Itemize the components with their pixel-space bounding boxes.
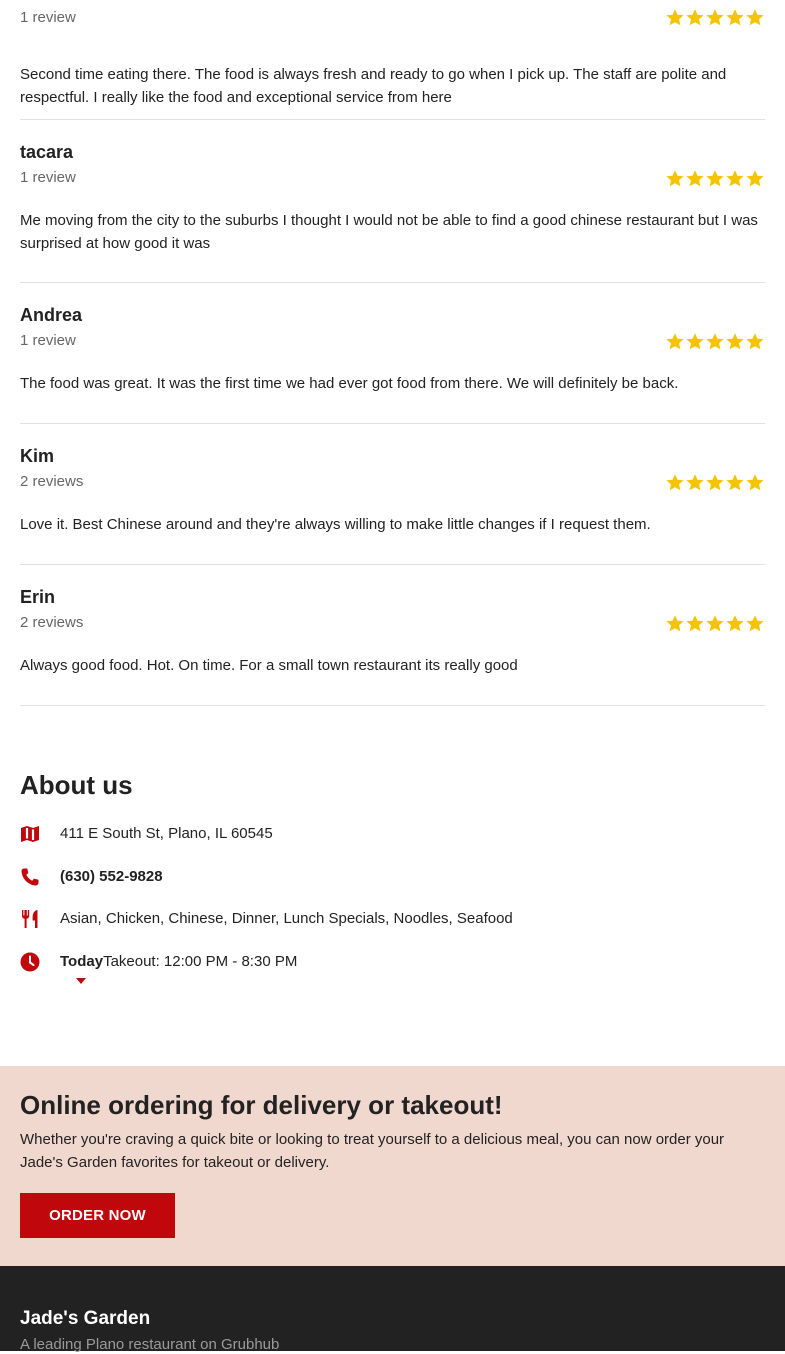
phone-row: (630) 552-9828 [20, 867, 765, 910]
review-item: Erin 2 reviews Always good food. Hot. On… [20, 565, 765, 706]
star-icon [685, 614, 705, 632]
star-icon [685, 169, 705, 187]
hours-text: TodayTakeout: 12:00 PM - 8:30 PM [60, 952, 297, 972]
star-icon [665, 8, 685, 26]
review-meta: 2 reviews [20, 614, 765, 644]
reviewer-name[interactable]: Kim [20, 446, 765, 467]
cuisine-row: Asian, Chicken, Chinese, Dinner, Lunch S… [20, 909, 765, 952]
star-icon [705, 8, 725, 26]
review-meta: 1 review [20, 332, 765, 362]
reviewer-name[interactable]: Andrea [20, 305, 765, 326]
star-icon [705, 332, 725, 350]
star-rating [665, 169, 765, 187]
hours-detail: Takeout: 12:00 PM - 8:30 PM [103, 952, 298, 970]
hours-row[interactable]: TodayTakeout: 12:00 PM - 8:30 PM [20, 952, 765, 995]
star-icon [705, 473, 725, 491]
star-rating [665, 332, 765, 350]
star-icon [745, 169, 765, 187]
review-meta: 2 reviews [20, 473, 765, 503]
about-list: 411 E South St, Plano, IL 60545 (630) 55… [20, 824, 765, 994]
review-text: Me moving from the city to the suburbs I… [20, 212, 758, 252]
review-item: 1 review Second time eating there. The f… [20, 0, 765, 120]
star-icon [665, 332, 685, 350]
review-count: 1 review [20, 169, 76, 186]
review-count: 2 reviews [20, 473, 84, 490]
review-item: Andrea 1 review The food was great. It w… [20, 283, 765, 424]
star-icon [745, 473, 765, 491]
online-ordering-promo: Online ordering for delivery or takeout!… [0, 1066, 785, 1266]
phone-number[interactable]: (630) 552-9828 [60, 867, 163, 887]
utensils-icon [20, 909, 40, 929]
footer-restaurant-name: Jade's Garden [20, 1308, 151, 1329]
review-count: 1 review [20, 9, 76, 26]
phone-icon [20, 867, 40, 887]
review-text: Second time eating there. The food is al… [20, 66, 727, 106]
footer: Jade's Garden A leading Plano restaurant… [0, 1266, 785, 1353]
address-text[interactable]: 411 E South St, Plano, IL 60545 [60, 824, 273, 844]
star-icon [725, 8, 745, 26]
star-icon [725, 614, 745, 632]
about-section: About us 411 E South St, Plano, IL 60545… [0, 770, 785, 994]
promo-title: Online ordering for delivery or takeout! [20, 1090, 503, 1120]
star-icon [705, 614, 725, 632]
review-text: Always good food. Hot. On time. For a sm… [20, 657, 518, 674]
star-icon [745, 614, 765, 632]
star-icon [685, 473, 705, 491]
review-meta: 1 review [20, 169, 765, 199]
reviews-list: 1 review Second time eating there. The f… [0, 0, 785, 706]
footer-tagline: A leading Plano restaurant on Grubhub [20, 1336, 280, 1353]
order-now-button[interactable]: ORDER NOW [20, 1193, 175, 1238]
caret-down-icon[interactable] [76, 977, 86, 984]
review-item: tacara 1 review Me moving from the city … [20, 120, 765, 283]
review-text: Love it. Best Chinese around and they're… [20, 516, 651, 533]
star-icon [745, 332, 765, 350]
star-icon [705, 169, 725, 187]
reviewer-name[interactable]: tacara [20, 142, 765, 163]
star-rating [665, 614, 765, 632]
reviewer-name[interactable]: Erin [20, 587, 765, 608]
star-icon [745, 8, 765, 26]
star-icon [725, 473, 745, 491]
review-text: The food was great. It was the first tim… [20, 375, 679, 392]
cuisine-list: Asian, Chicken, Chinese, Dinner, Lunch S… [60, 910, 513, 927]
hours-day: Today [60, 952, 104, 970]
star-icon [685, 332, 705, 350]
star-icon [665, 473, 685, 491]
star-icon [685, 8, 705, 26]
about-title: About us [20, 770, 133, 800]
review-count: 1 review [20, 332, 76, 349]
promo-body: Whether you're craving a quick bite or l… [20, 1131, 725, 1171]
address-row: 411 E South St, Plano, IL 60545 [20, 824, 765, 867]
map-icon [20, 824, 40, 844]
star-icon [725, 332, 745, 350]
clock-icon [20, 952, 40, 972]
star-icon [665, 169, 685, 187]
star-icon [725, 169, 745, 187]
review-count: 2 reviews [20, 614, 84, 631]
star-rating [665, 473, 765, 491]
review-item: Kim 2 reviews Love it. Best Chinese arou… [20, 424, 765, 565]
star-icon [665, 614, 685, 632]
star-rating [665, 8, 765, 26]
